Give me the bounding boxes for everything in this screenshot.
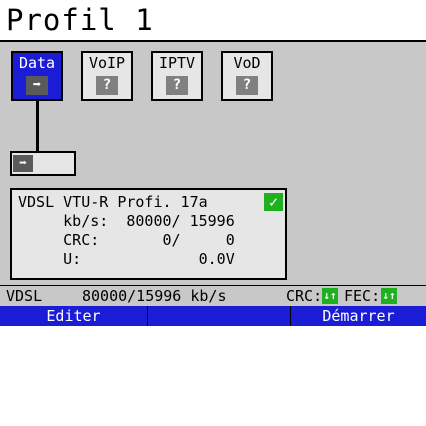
title-bar: Profil 1 [0,0,426,42]
softkey-empty[interactable] [148,306,291,326]
status-crc-label: CRC: [286,287,323,305]
service-iptv-button[interactable]: IPTV ? [151,51,203,101]
status-bar: VDSL 80000/15996 kb/s CRC: ↓↑ FEC: ↓↑ [0,285,426,306]
question-icon: ? [166,76,188,95]
softkey-start[interactable]: Démarrer [291,306,426,326]
service-data-button[interactable]: Data ➡ [11,51,63,101]
main-panel: Data ➡ VoIP ? IPTV ? VoD ? ➡ VDSL VTU-R … [0,42,426,285]
status-mode: VDSL [6,287,43,305]
check-icon: ✓ [264,193,283,211]
question-icon: ? [236,76,258,95]
question-icon: ? [96,76,118,95]
fec-status-icon: ↓↑ [381,288,397,304]
service-iptv-label: IPTV [158,54,196,72]
connector-line [36,101,39,152]
info-line-2: kb/s: 80000/ 15996 [18,212,235,230]
service-vod-label: VoD [233,54,261,72]
port-box[interactable]: ➡ [10,151,76,176]
vdsl-info-box[interactable]: VDSL VTU-R Profi. 17a ✓ kb/s: 80000/ 159… [10,188,287,280]
crc-status-icon: ↓↑ [322,288,338,304]
page-title: Profil 1 [6,3,154,37]
status-rate: 80000/15996 kb/s [82,287,227,305]
service-vod-button[interactable]: VoD ? [221,51,273,101]
arrow-right-icon: ➡ [13,155,33,172]
status-fec-label: FEC: [344,287,381,305]
softkey-edit[interactable]: Editer [0,306,148,326]
info-line-1: VDSL VTU-R Profi. 17a [18,193,208,211]
service-voip-label: VoIP [88,54,126,72]
arrow-right-icon: ➡ [26,76,48,95]
service-voip-button[interactable]: VoIP ? [81,51,133,101]
service-data-label: Data [18,54,56,72]
softkey-bar: Editer Démarrer [0,306,426,326]
info-line-4: U: 0.0V [18,250,235,268]
info-line-3: CRC: 0/ 0 [18,231,235,249]
